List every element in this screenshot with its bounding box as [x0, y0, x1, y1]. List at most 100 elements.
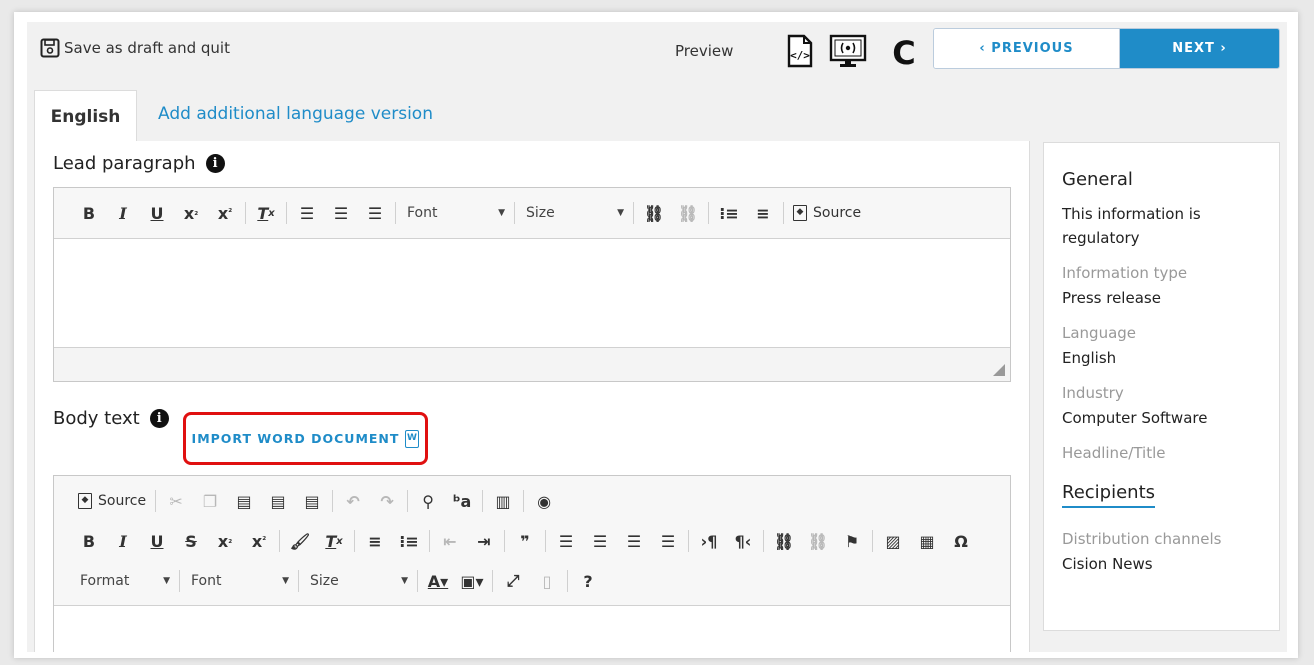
body-text-heading: Body text i: [53, 408, 169, 429]
table-icon[interactable]: ▦: [910, 527, 944, 555]
toolbar-separator: [245, 202, 246, 224]
superscript-button[interactable]: x²: [242, 527, 276, 555]
align-center-button[interactable]: ☰: [324, 199, 358, 227]
next-button[interactable]: NEXT ›: [1120, 29, 1279, 68]
align-left-button[interactable]: ☰: [549, 527, 583, 555]
bold-button[interactable]: B: [72, 199, 106, 227]
underline-button[interactable]: U: [140, 527, 174, 555]
channels-label: Distribution channels: [1062, 530, 1222, 548]
regulatory-text: This information is regulatory: [1062, 205, 1201, 247]
language-value: English: [1062, 349, 1117, 367]
subscript-button[interactable]: x₂: [174, 199, 208, 227]
align-right-button[interactable]: ☰: [358, 199, 392, 227]
body-editor-content[interactable]: [54, 607, 1010, 652]
link-icon[interactable]: ⛓: [767, 527, 801, 555]
outdent-icon[interactable]: ⇤: [433, 527, 467, 555]
show-blocks-icon[interactable]: ▯: [530, 567, 564, 595]
strikethrough-button[interactable]: S: [174, 527, 208, 555]
size-select[interactable]: Size ▼: [518, 199, 630, 227]
align-left-button[interactable]: ☰: [290, 199, 324, 227]
info-icon[interactable]: i: [149, 409, 169, 428]
select-all-icon[interactable]: ▥: [486, 487, 520, 515]
industry-label: Industry: [1062, 384, 1124, 402]
previous-button[interactable]: ‹ PREVIOUS: [934, 29, 1120, 68]
font-select[interactable]: Font ▼: [399, 199, 511, 227]
toolbar-separator: [708, 202, 709, 224]
save-draft-button[interactable]: Save as draft and quit: [40, 38, 230, 58]
ltr-icon[interactable]: ›¶: [692, 527, 726, 555]
special-character-icon[interactable]: Ω: [944, 527, 978, 555]
paste-text-icon[interactable]: ▤: [261, 487, 295, 515]
undo-icon[interactable]: ↶: [336, 487, 370, 515]
cision-logo-icon[interactable]: C: [893, 34, 915, 70]
lead-editor-content[interactable]: [54, 239, 1010, 347]
svg-text:</>: </>: [790, 49, 810, 62]
dropdown-arrow-icon: ▼: [163, 576, 170, 586]
text-color-button[interactable]: A▾: [421, 567, 455, 595]
blockquote-icon[interactable]: ❞: [508, 527, 542, 555]
italic-button[interactable]: I: [106, 199, 140, 227]
toolbar-separator: [545, 530, 546, 552]
source-button[interactable]: ◆ Source: [72, 493, 152, 509]
channels-value: Cision News: [1062, 555, 1153, 573]
rtl-icon[interactable]: ¶‹: [726, 527, 760, 555]
toolbar-separator: [332, 490, 334, 512]
add-language-link[interactable]: Add additional language version: [158, 104, 433, 124]
resize-handle-icon[interactable]: [993, 364, 1005, 376]
underline-button[interactable]: U: [140, 199, 174, 227]
word-document-icon: W: [405, 429, 420, 448]
floppy-disk-icon: [40, 38, 60, 58]
dropdown-arrow-icon: ▼: [401, 576, 408, 586]
info-icon[interactable]: i: [205, 154, 225, 173]
toolbar-separator: [354, 530, 355, 552]
replace-icon[interactable]: ᵇa: [445, 487, 479, 515]
accessibility-icon[interactable]: ◉: [527, 487, 561, 515]
anchor-flag-icon[interactable]: ⚑: [835, 527, 869, 555]
image-icon[interactable]: ▨: [876, 527, 910, 555]
indent-icon[interactable]: ⇥: [467, 527, 501, 555]
redo-icon[interactable]: ↷: [370, 487, 404, 515]
paste-icon[interactable]: ▤: [227, 487, 261, 515]
cut-icon[interactable]: ✂: [159, 487, 193, 515]
bulleted-list-button[interactable]: ⁝≡: [392, 527, 426, 555]
clear-format-button[interactable]: Tx: [317, 527, 351, 555]
align-right-button[interactable]: ☰: [617, 527, 651, 555]
copy-icon[interactable]: ❐: [193, 487, 227, 515]
bold-button[interactable]: B: [72, 527, 106, 555]
toolbar-separator: [567, 570, 568, 592]
toolbar-separator: [763, 530, 764, 552]
bulleted-list-button[interactable]: ⁝≡: [712, 199, 746, 227]
unlink-icon[interactable]: ⛓: [671, 199, 705, 227]
align-justify-button[interactable]: ☰: [651, 527, 685, 555]
toolbar-separator: [429, 530, 430, 552]
clear-format-button[interactable]: Tx: [249, 199, 283, 227]
numbered-list-button[interactable]: ≡: [358, 527, 392, 555]
dropdown-arrow-icon: ▼: [498, 208, 505, 218]
maximize-icon[interactable]: ⤢: [496, 567, 530, 595]
save-draft-label: Save as draft and quit: [64, 39, 230, 57]
size-select[interactable]: Size ▼: [302, 567, 414, 595]
find-icon[interactable]: ⚲: [411, 487, 445, 515]
import-word-document-button[interactable]: IMPORT WORD DOCUMENT W: [183, 412, 428, 465]
format-select[interactable]: Format ▼: [72, 567, 176, 595]
link-icon[interactable]: ⛓: [637, 199, 671, 227]
background-color-button[interactable]: ▣▾: [455, 567, 489, 595]
italic-button[interactable]: I: [106, 527, 140, 555]
tab-english[interactable]: English: [34, 90, 137, 142]
source-button[interactable]: ◆ Source: [787, 205, 867, 221]
html-file-icon[interactable]: </>: [787, 34, 813, 68]
font-select[interactable]: Font ▼: [183, 567, 295, 595]
source-label: Source: [813, 205, 862, 221]
paste-word-icon[interactable]: ▤: [295, 487, 329, 515]
toolbar-separator: [783, 202, 784, 224]
subscript-button[interactable]: x₂: [208, 527, 242, 555]
superscript-button[interactable]: x²: [208, 199, 242, 227]
align-center-button[interactable]: ☰: [583, 527, 617, 555]
help-icon[interactable]: ?: [571, 567, 605, 595]
language-label: Language: [1062, 324, 1137, 342]
unlink-icon[interactable]: ⛓: [801, 527, 835, 555]
numbered-list-button[interactable]: ≡: [746, 199, 780, 227]
broadcast-monitor-icon[interactable]: [829, 34, 867, 68]
copy-format-icon[interactable]: 🖌: [283, 527, 317, 555]
headline-label: Headline/Title: [1062, 444, 1166, 462]
